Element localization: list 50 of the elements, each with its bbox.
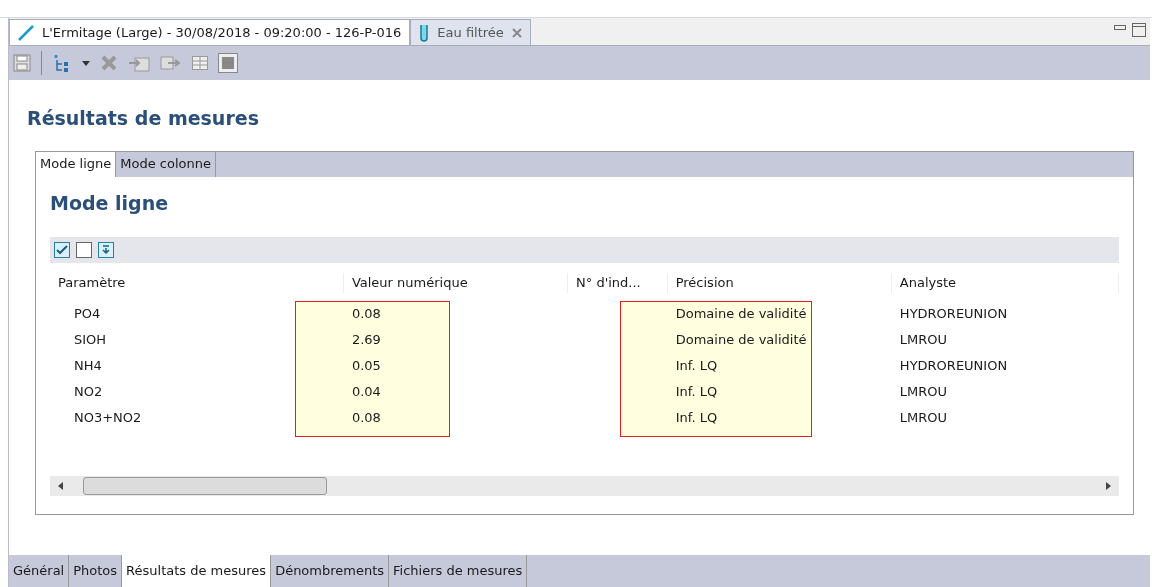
dropdown-caret-icon[interactable] [82,60,90,66]
mode-tab[interactable]: Mode ligne [36,151,117,177]
table-cell: 0.08 [351,306,381,322]
table-cell: LMROU [899,410,948,426]
uncheck-all-icon[interactable] [76,242,92,258]
import-icon[interactable] [128,54,150,72]
column-header[interactable]: Paramètre [50,273,344,293]
scrollbar-thumb[interactable] [83,476,327,495]
pencil-icon [18,24,34,41]
table-cell: SIOH [74,332,107,348]
table-cell: HYDROREUNION [899,306,1008,322]
table-cell: Domaine de validité [675,332,807,348]
table-cell: HYDROREUNION [899,358,1008,374]
table-cell: Inf. LQ [675,410,718,426]
column-header[interactable]: N° d'ind... [568,273,668,293]
table-cell: Inf. LQ [675,384,718,400]
delete-icon[interactable] [100,54,118,72]
table-cell: NO2 [74,384,103,400]
section-title: Mode ligne [50,191,169,214]
table-cell: 0.05 [351,358,381,374]
table-cell: 0.04 [351,384,381,400]
table-cell: Inf. LQ [675,358,718,374]
export-icon[interactable] [160,54,182,72]
column-header[interactable]: Précision [667,273,892,293]
horizontal-scrollbar[interactable] [50,475,1119,496]
bottom-tab[interactable]: Résultats de mesures [122,555,272,587]
scroll-left-icon[interactable] [58,481,63,490]
stop-icon[interactable] [218,53,238,73]
editor-tab[interactable]: L'Ermitage (Large) - 30/08/2018 - 09:20:00 - 126-P-016 [9,19,411,45]
editor-tab[interactable]: Eau filtrée [410,19,531,45]
test-tube-icon [419,23,430,42]
table-cell: PO4 [74,306,101,322]
table-cell: NO3+NO2 [74,410,142,426]
column-header[interactable]: Analyste [891,273,1119,293]
expand-icon[interactable] [98,242,114,258]
table-cell: 2.69 [351,332,381,348]
close-icon[interactable] [511,27,522,38]
table-cell: Domaine de validité [675,306,807,322]
page-title: Résultats de mesures [27,107,259,129]
grid-icon[interactable] [192,56,208,70]
minimize-icon[interactable] [1114,25,1126,31]
table-cell: LMROU [899,384,948,400]
table-cell: NH4 [74,358,102,374]
table-cell: 0.08 [351,410,381,426]
scroll-right-icon[interactable] [1106,481,1111,490]
column-header[interactable]: Valeur numérique [343,273,569,293]
table-cell: LMROU [899,332,948,348]
save-icon[interactable] [13,54,31,72]
check-all-icon[interactable] [54,242,70,258]
maximize-icon[interactable] [1132,23,1146,37]
